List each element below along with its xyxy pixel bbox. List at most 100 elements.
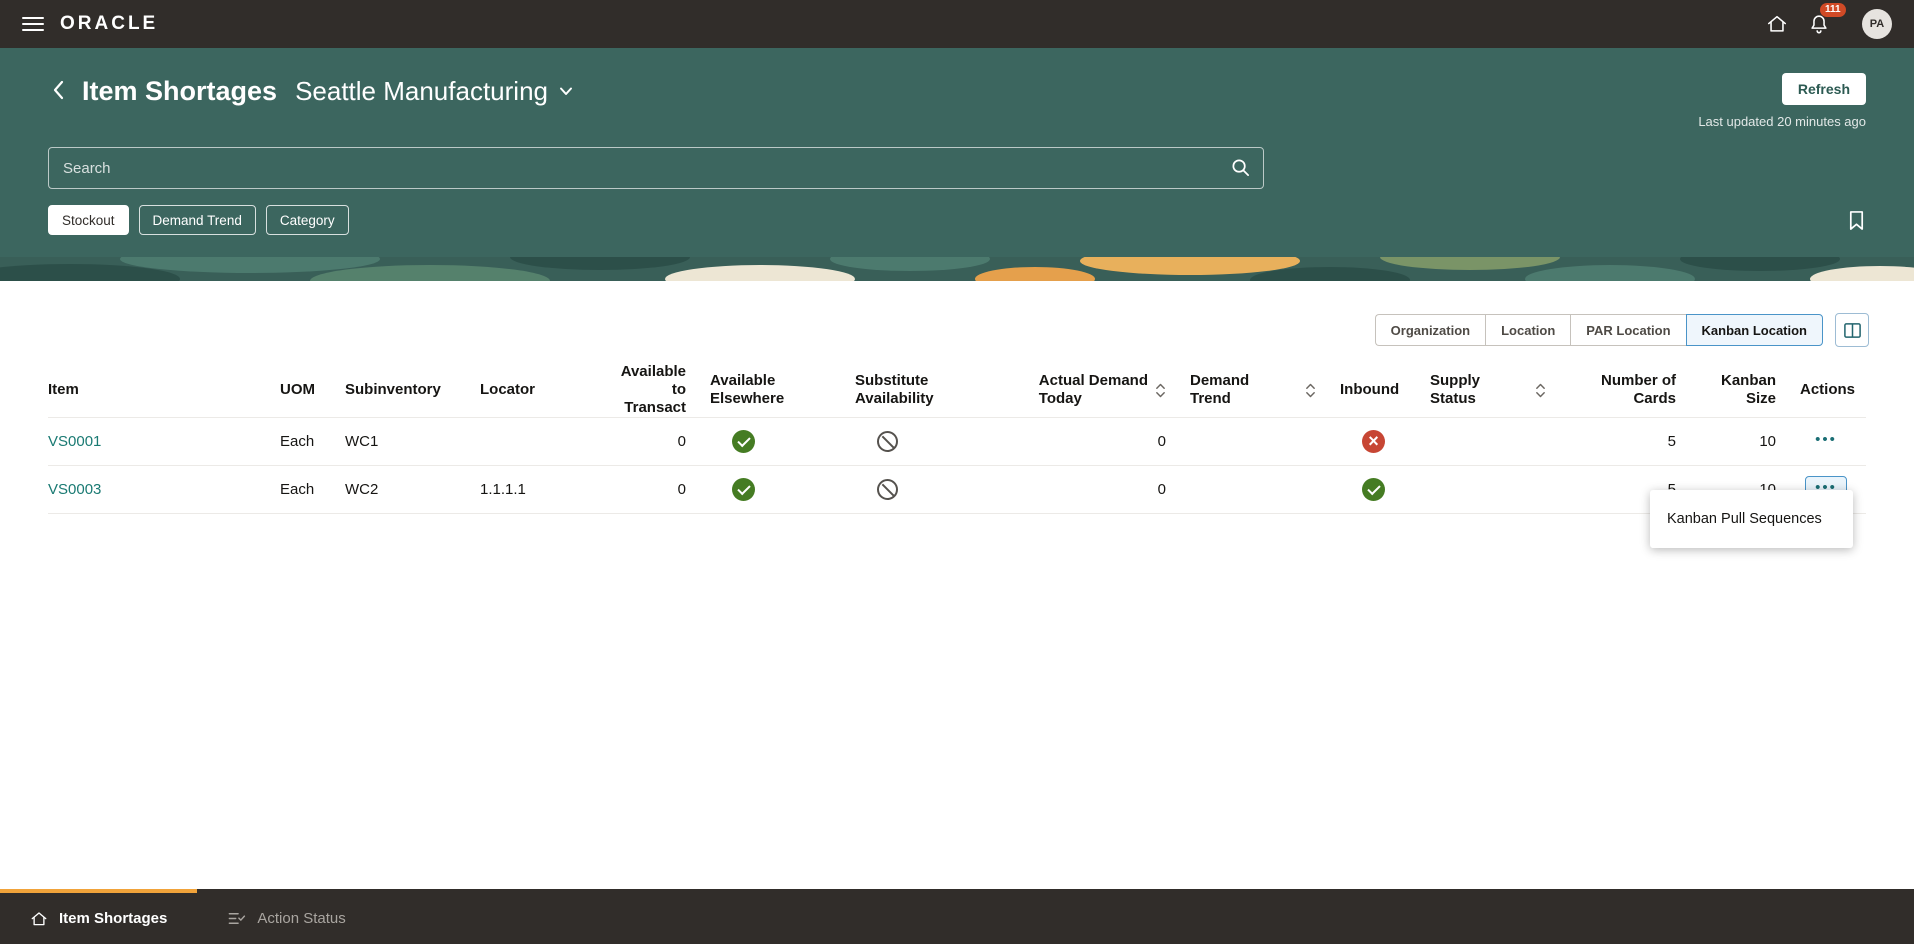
header-title-row: Item Shortages Seattle Manufacturing Ref…: [48, 48, 1866, 129]
page-header: Item Shortages Seattle Manufacturing Ref…: [0, 48, 1914, 257]
col-header-subinventory: Subinventory: [335, 363, 470, 418]
cell-kanban-size: 10: [1690, 418, 1790, 466]
cell-number-of-cards: 5: [1560, 418, 1690, 466]
toggle-location[interactable]: Location: [1485, 314, 1570, 346]
cell-actions: [1790, 418, 1866, 466]
status-blocked-icon: [877, 431, 898, 452]
cell-substitute-availability: [845, 418, 1000, 466]
col-header-inbound: Inbound: [1330, 363, 1420, 418]
row-actions-button[interactable]: [1805, 428, 1847, 455]
view-toggle-row: Organization Location PAR Location Kanba…: [48, 313, 1869, 347]
cell-actual-demand-today: 0: [1000, 418, 1180, 466]
cell-subinventory: WC2: [335, 466, 470, 514]
header-right-stack: Refresh Last updated 20 minutes ago: [1698, 73, 1866, 129]
notifications-bell[interactable]: 111: [1806, 11, 1832, 37]
table-row: VS0003 Each WC2 1.1.1.1 0 0 5 10: [48, 466, 1866, 514]
sort-icon[interactable]: [1305, 383, 1316, 398]
organization-selector[interactable]: Seattle Manufacturing: [295, 73, 574, 109]
main-content: Organization Location PAR Location Kanba…: [0, 313, 1914, 941]
home-icon: [30, 910, 48, 928]
cell-subinventory: WC1: [335, 418, 470, 466]
organization-selector-label: Seattle Manufacturing: [295, 73, 548, 109]
bookmark-icon[interactable]: [1847, 210, 1866, 231]
tab-label: Action Status: [257, 910, 345, 927]
col-header-actions: Actions: [1790, 363, 1866, 418]
cell-demand-trend: [1180, 466, 1330, 514]
cell-item: VS0001: [48, 418, 270, 466]
tab-label: Item Shortages: [59, 910, 167, 927]
refresh-button[interactable]: Refresh: [1782, 73, 1866, 105]
cell-inbound: [1330, 466, 1420, 514]
col-header-kanban-size: Kanban Size: [1690, 363, 1790, 418]
status-error-icon: [1362, 430, 1385, 453]
cell-substitute-availability: [845, 466, 1000, 514]
tab-action-status[interactable]: Action Status: [197, 889, 375, 944]
decorative-pattern-band: [0, 257, 1914, 281]
cell-uom: Each: [270, 418, 335, 466]
columns-icon: [1843, 321, 1862, 340]
bottom-tab-bar: Item Shortages Action Status: [0, 889, 1914, 944]
toggle-organization[interactable]: Organization: [1375, 314, 1485, 346]
item-shortages-table: Item UOM Subinventory Locator Available …: [48, 363, 1866, 514]
filter-chips-row: Stockout Demand Trend Category: [48, 205, 1866, 257]
back-button[interactable]: [50, 77, 68, 103]
col-header-item: Item: [48, 363, 270, 418]
cell-locator: [470, 418, 600, 466]
cell-locator: 1.1.1.1: [470, 466, 600, 514]
col-header-actual-demand-today[interactable]: Actual Demand Today: [1000, 363, 1180, 418]
col-header-available-to-transact: Available to Transact: [600, 363, 700, 418]
table-row: VS0001 Each WC1 0 0 5 10: [48, 418, 1866, 466]
col-header-available-elsewhere: Available Elsewhere: [700, 363, 845, 418]
filter-chip-stockout[interactable]: Stockout: [48, 205, 129, 235]
table-header-row: Item UOM Subinventory Locator Available …: [48, 363, 1866, 418]
sort-icon[interactable]: [1155, 383, 1166, 398]
sort-icon[interactable]: [1535, 383, 1546, 398]
filter-chip-demand-trend[interactable]: Demand Trend: [139, 205, 256, 235]
menu-item-kanban-pull-sequences[interactable]: Kanban Pull Sequences: [1650, 490, 1853, 548]
toggle-par-location[interactable]: PAR Location: [1570, 314, 1685, 346]
status-success-icon: [1362, 478, 1385, 501]
filter-chip-category[interactable]: Category: [266, 205, 349, 235]
search-input[interactable]: [48, 147, 1264, 189]
chevron-down-icon: [558, 83, 574, 99]
item-link[interactable]: VS0003: [48, 481, 101, 498]
ellipsis-icon: [1815, 431, 1837, 448]
col-header-number-of-cards: Number of Cards: [1560, 363, 1690, 418]
hamburger-menu-icon[interactable]: [22, 13, 44, 35]
cell-item: VS0003: [48, 466, 270, 514]
cell-demand-trend: [1180, 418, 1330, 466]
cell-available-elsewhere: [700, 466, 845, 514]
last-updated-text: Last updated 20 minutes ago: [1698, 114, 1866, 129]
location-view-toggle-group: Organization Location PAR Location Kanba…: [1375, 314, 1823, 346]
actions-menu: Kanban Pull Sequences: [1650, 490, 1853, 548]
status-blocked-icon: [877, 479, 898, 500]
status-success-icon: [732, 478, 755, 501]
tab-item-shortages[interactable]: Item Shortages: [0, 889, 197, 944]
col-header-uom: UOM: [270, 363, 335, 418]
oracle-logo: ORACLE: [60, 13, 158, 35]
page-title: Item Shortages: [82, 73, 277, 109]
global-topbar: ORACLE 111 PA: [0, 0, 1914, 48]
manage-columns-button[interactable]: [1835, 313, 1869, 347]
item-link[interactable]: VS0001: [48, 433, 101, 450]
toggle-kanban-location[interactable]: Kanban Location: [1686, 314, 1823, 346]
col-header-demand-trend[interactable]: Demand Trend: [1180, 363, 1330, 418]
notification-count-badge: 111: [1820, 3, 1846, 17]
search-bar: [48, 147, 1264, 189]
user-avatar[interactable]: PA: [1862, 9, 1892, 39]
cell-uom: Each: [270, 466, 335, 514]
home-icon[interactable]: [1764, 11, 1790, 37]
cell-available-elsewhere: [700, 418, 845, 466]
col-header-locator: Locator: [470, 363, 600, 418]
search-icon[interactable]: [1230, 157, 1251, 183]
cell-available-to-transact: 0: [600, 418, 700, 466]
cell-supply-status: [1420, 466, 1560, 514]
task-list-icon: [227, 909, 246, 928]
cell-actual-demand-today: 0: [1000, 466, 1180, 514]
cell-supply-status: [1420, 418, 1560, 466]
status-success-icon: [732, 430, 755, 453]
cell-inbound: [1330, 418, 1420, 466]
col-header-supply-status[interactable]: Supply Status: [1420, 363, 1560, 418]
col-header-substitute-availability: Substitute Availability: [845, 363, 1000, 418]
cell-available-to-transact: 0: [600, 466, 700, 514]
